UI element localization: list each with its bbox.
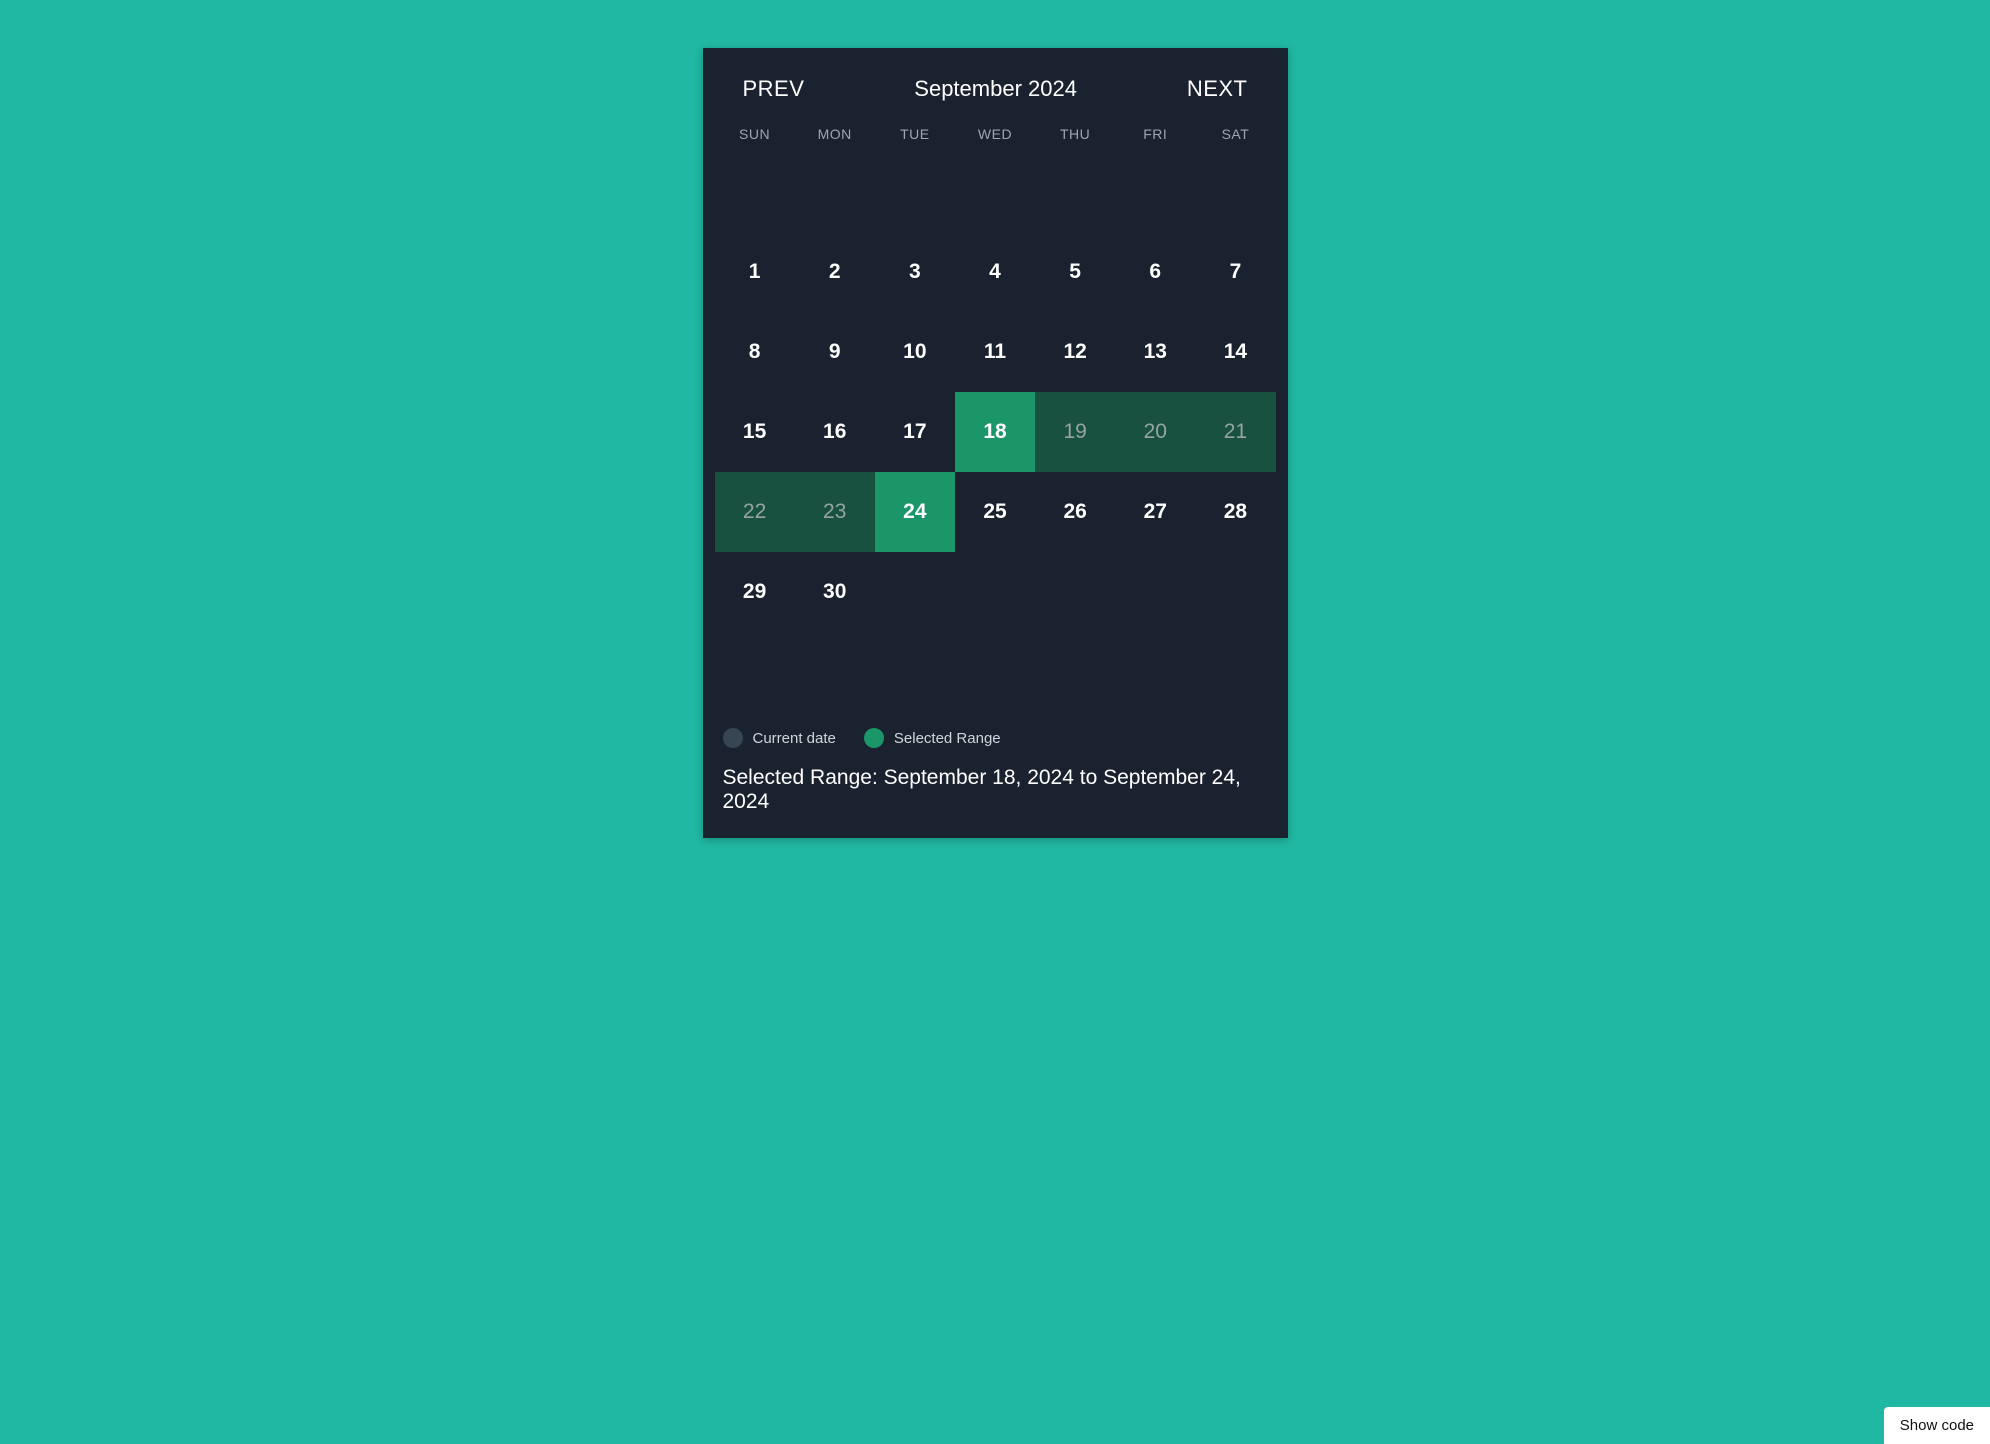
legend-current: Current date — [723, 728, 836, 748]
weekday-thu: THU — [1035, 126, 1115, 152]
weekday-wed: WED — [955, 126, 1035, 152]
month-title: September 2024 — [914, 76, 1077, 102]
legend-selected-label: Selected Range — [894, 730, 1001, 747]
day-8[interactable]: 8 — [715, 312, 795, 392]
day-29[interactable]: 29 — [715, 552, 795, 632]
day-9[interactable]: 9 — [795, 312, 875, 392]
day-13[interactable]: 13 — [1115, 312, 1195, 392]
weekday-row: SUN MON TUE WED THU FRI SAT — [703, 126, 1288, 152]
day-18[interactable]: 18 — [955, 392, 1035, 472]
day-24[interactable]: 24 — [875, 472, 955, 552]
day-16[interactable]: 16 — [795, 392, 875, 472]
day-empty — [875, 152, 955, 232]
day-10[interactable]: 10 — [875, 312, 955, 392]
day-3[interactable]: 3 — [875, 232, 955, 312]
day-grid: 1234567891011121314151617181920212223242… — [703, 152, 1288, 632]
day-empty — [955, 152, 1035, 232]
calendar-header: PREV September 2024 NEXT — [703, 76, 1288, 102]
day-empty — [715, 152, 795, 232]
show-code-button[interactable]: Show code — [1884, 1407, 1990, 1444]
day-15[interactable]: 15 — [715, 392, 795, 472]
legend-current-label: Current date — [753, 730, 836, 747]
legend-selected: Selected Range — [864, 728, 1001, 748]
day-28[interactable]: 28 — [1195, 472, 1275, 552]
day-empty — [795, 152, 875, 232]
day-12[interactable]: 12 — [1035, 312, 1115, 392]
day-empty — [1115, 152, 1195, 232]
day-5[interactable]: 5 — [1035, 232, 1115, 312]
weekday-tue: TUE — [875, 126, 955, 152]
day-23[interactable]: 23 — [795, 472, 875, 552]
day-27[interactable]: 27 — [1115, 472, 1195, 552]
day-14[interactable]: 14 — [1195, 312, 1275, 392]
day-25[interactable]: 25 — [955, 472, 1035, 552]
day-1[interactable]: 1 — [715, 232, 795, 312]
day-11[interactable]: 11 — [955, 312, 1035, 392]
calendar: PREV September 2024 NEXT SUN MON TUE WED… — [703, 48, 1288, 838]
current-date-swatch — [723, 728, 743, 748]
day-22[interactable]: 22 — [715, 472, 795, 552]
day-17[interactable]: 17 — [875, 392, 955, 472]
day-empty — [1195, 152, 1275, 232]
weekday-sat: SAT — [1195, 126, 1275, 152]
selected-range-swatch — [864, 728, 884, 748]
day-30[interactable]: 30 — [795, 552, 875, 632]
next-button[interactable]: NEXT — [1187, 76, 1248, 102]
day-26[interactable]: 26 — [1035, 472, 1115, 552]
day-20[interactable]: 20 — [1115, 392, 1195, 472]
day-empty — [1035, 152, 1115, 232]
selected-range-text: Selected Range: September 18, 2024 to Se… — [703, 766, 1288, 814]
weekday-mon: MON — [795, 126, 875, 152]
legend: Current date Selected Range — [703, 728, 1288, 748]
day-4[interactable]: 4 — [955, 232, 1035, 312]
weekday-sun: SUN — [715, 126, 795, 152]
day-6[interactable]: 6 — [1115, 232, 1195, 312]
day-2[interactable]: 2 — [795, 232, 875, 312]
weekday-fri: FRI — [1115, 126, 1195, 152]
prev-button[interactable]: PREV — [743, 76, 805, 102]
day-19[interactable]: 19 — [1035, 392, 1115, 472]
day-7[interactable]: 7 — [1195, 232, 1275, 312]
day-21[interactable]: 21 — [1195, 392, 1275, 472]
